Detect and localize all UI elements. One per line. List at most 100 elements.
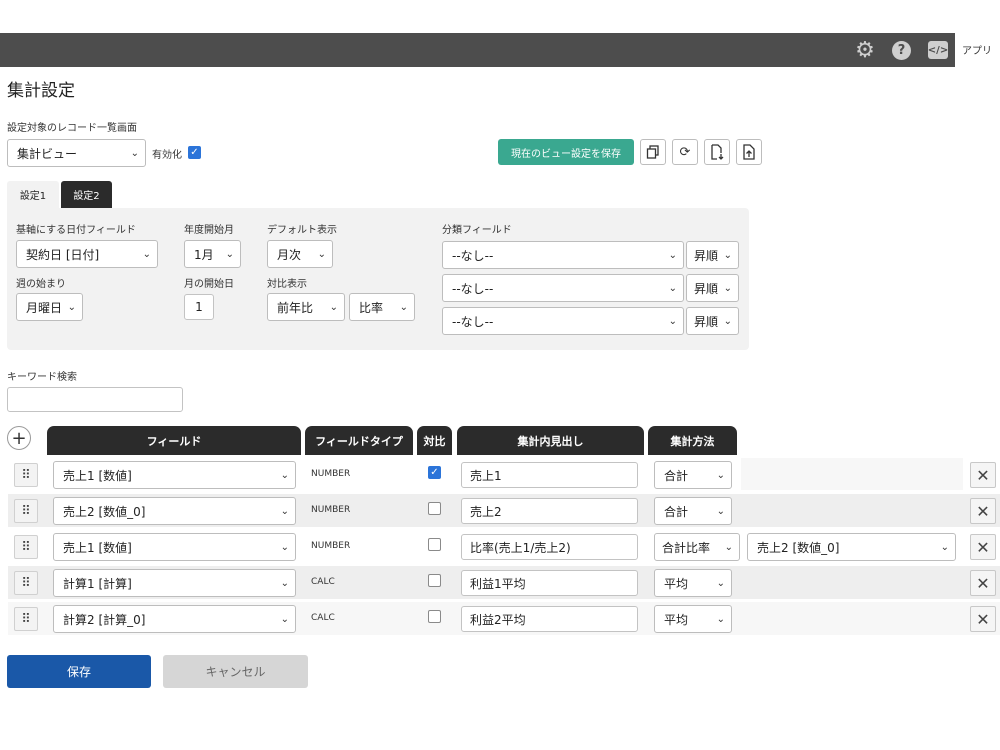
- chevron-down-icon: ⌄: [723, 250, 732, 261]
- chevron-down-icon: ⌄: [724, 542, 733, 553]
- reset-icon: ⟳: [679, 144, 691, 160]
- checkmark-icon: ✓: [430, 467, 439, 478]
- row-ratio-field-value: 売上2 [数値_0]: [757, 540, 840, 555]
- default-display-label: デフォルト表示: [267, 225, 337, 236]
- help-icon[interactable]: ?: [892, 41, 911, 60]
- enabled-checkbox[interactable]: ✓: [188, 146, 201, 159]
- drag-handle-icon[interactable]: ⠿: [14, 607, 38, 631]
- default-display-select[interactable]: 月次 ⌄: [267, 240, 333, 268]
- row-compare-checkbox[interactable]: [428, 610, 441, 623]
- compare-display-label: 対比表示: [267, 279, 307, 290]
- cancel-button[interactable]: キャンセル: [163, 655, 308, 688]
- gear-icon[interactable]: ⚙: [855, 38, 875, 63]
- chevron-down-icon: ⌄: [668, 250, 677, 261]
- keyword-search-input[interactable]: [7, 387, 183, 412]
- row-field-select[interactable]: 計算2 [計算_0] ⌄: [53, 605, 296, 633]
- row-heading-input[interactable]: 利益2平均: [461, 606, 638, 632]
- month-start-day-input[interactable]: 1: [184, 294, 214, 320]
- category-field-select-3[interactable]: --なし-- ⌄: [442, 307, 684, 335]
- chevron-down-icon: ⌄: [716, 506, 725, 517]
- base-date-field-value: 契約日 [日付]: [26, 247, 100, 262]
- category-order-select-2[interactable]: 昇順 ⌄: [686, 274, 739, 302]
- row-field-type: NUMBER: [311, 505, 351, 515]
- add-row-button[interactable]: +: [7, 426, 31, 450]
- row-field-value: 計算2 [計算_0]: [63, 612, 146, 627]
- save-view-settings-button[interactable]: 現在のビュー設定を保存: [498, 139, 634, 165]
- row-field-value: 計算1 [計算]: [63, 576, 132, 591]
- drag-handle-icon[interactable]: ⠿: [14, 463, 38, 487]
- copy-button[interactable]: [640, 139, 666, 165]
- chevron-down-icon: ⌄: [280, 506, 289, 517]
- row-compare-checkbox[interactable]: [428, 538, 441, 551]
- fiscal-start-month-select[interactable]: 1月 ⌄: [184, 240, 241, 268]
- week-start-select[interactable]: 月曜日 ⌄: [16, 293, 83, 321]
- drag-handle-icon[interactable]: ⠿: [14, 571, 38, 595]
- app-name: アプリ: [962, 46, 992, 57]
- view-select[interactable]: 集計ビュー ⌄: [7, 139, 146, 167]
- drag-handle-icon[interactable]: ⠿: [14, 535, 38, 559]
- row-method-select[interactable]: 平均 ⌄: [654, 605, 732, 633]
- view-select-value: 集計ビュー: [17, 146, 78, 161]
- row-method-value: 平均: [664, 576, 689, 591]
- column-header-method: 集計方法: [648, 426, 737, 455]
- compare-ratio-select[interactable]: 比率 ⌄: [349, 293, 415, 321]
- base-date-field-select[interactable]: 契約日 [日付] ⌄: [16, 240, 158, 268]
- row-field-select[interactable]: 売上1 [数値] ⌄: [53, 461, 296, 489]
- row-method-select[interactable]: 平均 ⌄: [654, 569, 732, 597]
- category-order-value: 昇順: [694, 248, 719, 263]
- row-compare-checkbox[interactable]: ✓: [428, 466, 441, 479]
- chevron-down-icon: ⌄: [67, 302, 76, 313]
- chevron-down-icon: ⌄: [716, 614, 725, 625]
- row-method-value: 合計: [664, 468, 689, 483]
- category-field-select-2[interactable]: --なし-- ⌄: [442, 274, 684, 302]
- import-button[interactable]: [736, 139, 762, 165]
- delete-row-button[interactable]: ✕: [970, 606, 996, 632]
- row-heading-input[interactable]: 利益1平均: [461, 570, 638, 596]
- save-button[interactable]: 保存: [7, 655, 151, 688]
- row-heading-input[interactable]: 売上2: [461, 498, 638, 524]
- close-icon: ✕: [976, 501, 990, 521]
- reset-button[interactable]: ⟳: [672, 139, 698, 165]
- row-field-select[interactable]: 売上1 [数値] ⌄: [53, 533, 296, 561]
- week-start-label: 週の始まり: [16, 279, 66, 290]
- row-method-select[interactable]: 合計 ⌄: [654, 497, 732, 525]
- delete-row-button[interactable]: ✕: [970, 498, 996, 524]
- checkmark-icon: ✓: [190, 147, 199, 158]
- close-icon: ✕: [976, 573, 990, 593]
- row-field-select[interactable]: 計算1 [計算] ⌄: [53, 569, 296, 597]
- row-method-select[interactable]: 合計比率 ⌄: [654, 533, 740, 561]
- tab-settings-2[interactable]: 設定2: [61, 181, 112, 208]
- category-order-select-3[interactable]: 昇順 ⌄: [686, 307, 739, 335]
- category-field-select-1[interactable]: --なし-- ⌄: [442, 241, 684, 269]
- compare-display-select[interactable]: 前年比 ⌄: [267, 293, 345, 321]
- drag-handle-icon[interactable]: ⠿: [14, 499, 38, 523]
- default-display-value: 月次: [277, 247, 302, 262]
- row-field-type: NUMBER: [311, 541, 351, 551]
- row-heading-input[interactable]: 比率(売上1/売上2): [461, 534, 638, 560]
- view-target-label: 設定対象のレコード一覧画面: [7, 123, 137, 134]
- export-button[interactable]: [704, 139, 730, 165]
- delete-row-button[interactable]: ✕: [970, 534, 996, 560]
- chevron-down-icon: ⌄: [317, 249, 326, 260]
- category-order-select-1[interactable]: 昇順 ⌄: [686, 241, 739, 269]
- top-bar: ⚙ ? </>: [0, 33, 955, 67]
- row-empty-cell: [741, 458, 963, 490]
- chevron-down-icon: ⌄: [280, 542, 289, 553]
- row-compare-checkbox[interactable]: [428, 502, 441, 515]
- chevron-down-icon: ⌄: [329, 302, 338, 313]
- row-ratio-field-select[interactable]: 売上2 [数値_0] ⌄: [747, 533, 956, 561]
- delete-row-button[interactable]: ✕: [970, 462, 996, 488]
- row-heading-input[interactable]: 売上1: [461, 462, 638, 488]
- delete-row-button[interactable]: ✕: [970, 570, 996, 596]
- code-icon[interactable]: </>: [928, 41, 948, 59]
- row-method-select[interactable]: 合計 ⌄: [654, 461, 732, 489]
- row-compare-checkbox[interactable]: [428, 574, 441, 587]
- tab-settings-1[interactable]: 設定1: [7, 181, 59, 208]
- chevron-down-icon: ⌄: [225, 249, 234, 260]
- compare-ratio-value: 比率: [359, 300, 384, 315]
- column-header-heading: 集計内見出し: [457, 426, 644, 455]
- row-field-select[interactable]: 売上2 [数値_0] ⌄: [53, 497, 296, 525]
- month-start-day-label: 月の開始日: [184, 279, 234, 290]
- chevron-down-icon: ⌄: [668, 316, 677, 327]
- chevron-down-icon: ⌄: [280, 614, 289, 625]
